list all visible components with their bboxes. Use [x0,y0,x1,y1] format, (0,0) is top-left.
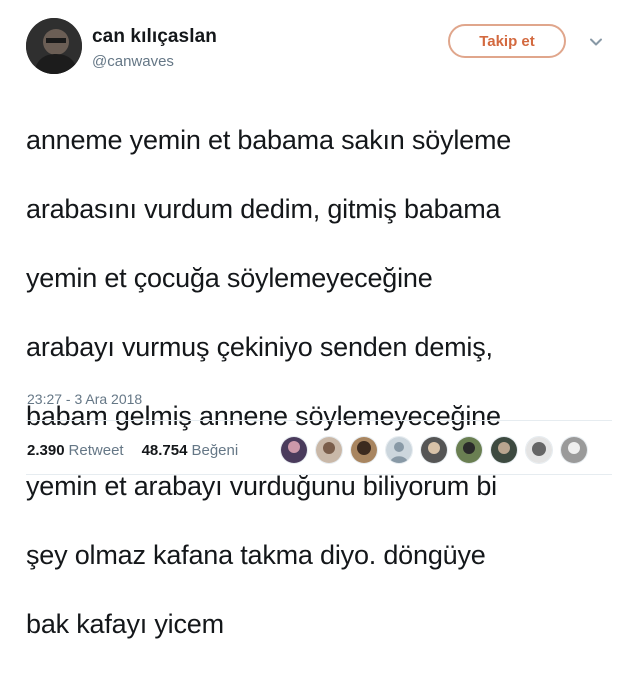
follow-button[interactable]: Takip et [448,24,566,58]
retweet-label[interactable]: Retweet [69,442,124,459]
liker-avatars [280,436,595,468]
user-name[interactable]: can kılıçaslan [92,26,217,48]
liker-avatar[interactable] [315,436,343,464]
tweet-card: can kılıçaslan @canwaves Takip et anneme… [0,0,640,639]
divider [26,474,612,475]
liker-avatar[interactable] [350,436,378,464]
user-handle[interactable]: @canwaves [92,53,174,70]
retweet-count[interactable]: 2.390 [27,442,65,459]
tweet-text-line: şey olmaz kafana takma diyo. döngüye [26,539,486,570]
divider [26,420,612,421]
tweet-text-line: arabasını vurdum dedim, gitmiş babama [26,193,501,224]
like-label[interactable]: Beğeni [191,442,238,459]
tweet-text-line: yemin et çocuğa söylemeyeceğine [26,262,433,293]
liker-avatar[interactable] [455,436,483,464]
tweet-text-line: bak kafayı yicem [26,608,224,639]
like-count[interactable]: 48.754 [142,442,188,459]
liker-avatar[interactable] [560,436,588,464]
tweet-text-line: anneme yemin et babama sakın söyleme [26,124,512,155]
avatar-image [26,18,82,74]
liker-avatar[interactable] [525,436,553,464]
liker-avatar[interactable] [490,436,518,464]
liker-avatar[interactable] [420,436,448,464]
tweet-text: anneme yemin et babama sakın söyleme ara… [26,88,626,676]
liker-avatar[interactable] [280,436,308,464]
liker-avatar[interactable] [385,436,413,464]
tweet-stats: 2.390 Retweet 48.754 Beğeni [27,442,242,459]
tweet-text-line: arabayı vurmuş çekiniyo senden demiş, [26,332,493,363]
tweet-timestamp[interactable]: 23:27 - 3 Ara 2018 [27,391,142,407]
chevron-down-icon[interactable] [588,34,604,50]
avatar[interactable] [26,18,82,74]
